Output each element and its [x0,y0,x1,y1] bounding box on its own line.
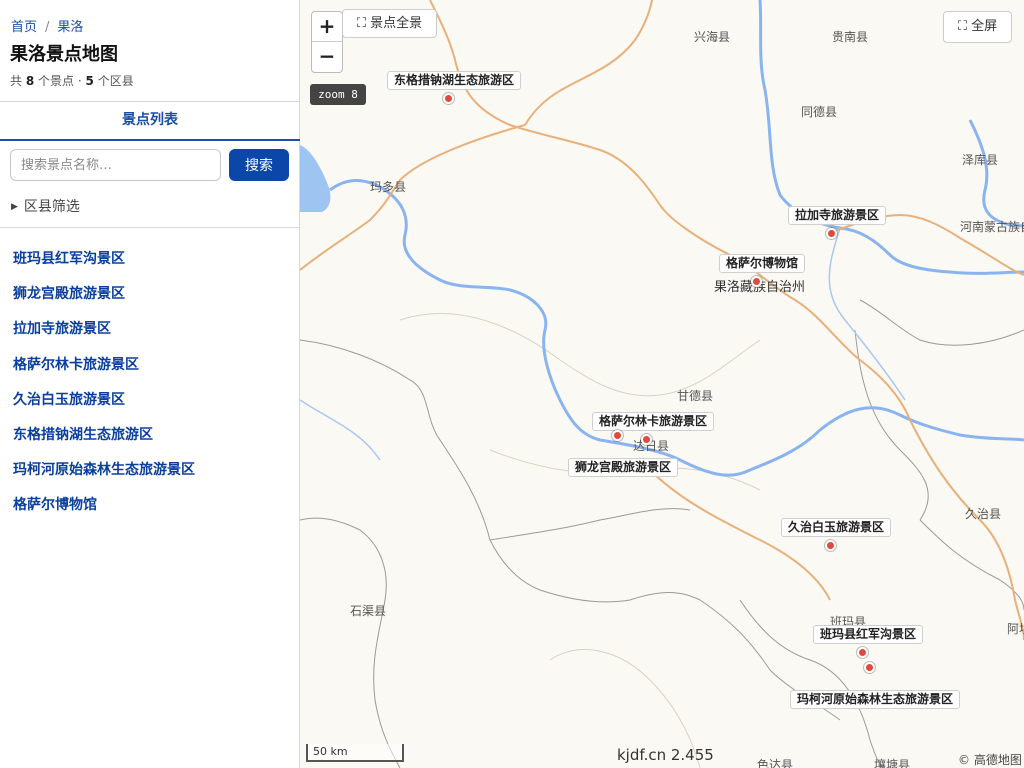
sidebar: 首页 / 果洛 果洛景点地图 共 8 个景点 · 5 个区县 景点列表 搜索 ▶ 区县… [0,0,300,768]
triangle-right-icon: ▶ [11,202,18,212]
map-base-layer [300,0,1024,768]
search-button[interactable]: 搜索 [229,149,289,181]
zoom-level-badge: zoom 8 [310,84,366,105]
place-label: 甘德县 [677,389,714,403]
spot-unit: 个景点 · [38,74,82,88]
place-label: 石渠县 [350,604,387,618]
county-filter-toggle[interactable]: ▶ 区县筛选 [11,196,80,216]
poi-label-gesaer-linka[interactable]: 格萨尔林卡旅游景区 [592,412,715,431]
place-label: 玛多县 [370,180,407,194]
search-input[interactable] [10,149,221,181]
tab-spot-list[interactable]: 景点列表 [0,102,300,141]
county-filter-label: 区县筛选 [23,199,80,215]
page-title: 果洛景点地图 [10,44,118,65]
place-label: 壤塘县 [874,758,911,768]
spot-list-item[interactable]: 玛柯河原始森林生态旅游景区 [13,459,195,494]
place-label: 贵南县 [832,30,869,44]
overview-button[interactable]: ⛶ 景点全景 [342,9,437,38]
lake-shape [300,145,331,212]
map-marker-icon[interactable] [443,93,454,104]
county-count: 5 [85,74,94,88]
zoom-control: + − [311,11,343,73]
county-unit: 个区县 [97,74,134,88]
spot-list-item[interactable]: 格萨尔博物馆 [13,494,195,529]
spot-list-item[interactable]: 久治白玉旅游景区 [13,389,195,424]
place-label: 色达县 [757,758,794,768]
poi-label-donggecuona[interactable]: 东格措钠湖生态旅游区 [387,71,522,90]
breadcrumb-current-link[interactable]: 果洛 [57,20,83,35]
poi-label-shilong-palace[interactable]: 狮龙宫殿旅游景区 [568,458,679,477]
spot-list-item[interactable]: 拉加寺旅游景区 [13,318,195,353]
spot-list-item[interactable]: 东格措钠湖生态旅游区 [13,424,195,459]
fullscreen-button[interactable]: ⛶ 全屏 [943,11,1012,43]
divider [0,227,300,228]
map-marker-icon[interactable] [612,430,623,441]
poi-label-lajiasi[interactable]: 拉加寺旅游景区 [788,206,887,225]
map-marker-icon[interactable] [825,540,836,551]
zoom-out-button[interactable]: − [312,42,342,72]
breadcrumb-separator: / [45,20,50,35]
map-marker-icon[interactable] [826,228,837,239]
watermark: kjdf.cn 2.455 [617,746,714,764]
stats-prefix: 共 [10,74,23,88]
poi-label-makehe-forest[interactable]: 玛柯河原始森林生态旅游景区 [790,690,961,709]
map-marker-icon[interactable] [864,662,875,673]
map-attribution: © 高德地图 [958,753,1022,767]
spot-list-item[interactable]: 狮龙宫殿旅游景区 [13,283,195,318]
map-canvas[interactable]: 兴海县 贵南县 同德县 泽库县 河南蒙古族自 玛多县 果洛藏族自治州 甘德县 达… [300,0,1024,768]
place-label: 泽库县 [962,153,999,167]
poi-label-gesaer-museum[interactable]: 格萨尔博物馆 [719,254,806,273]
roads [300,0,1024,641]
map-marker-icon[interactable] [857,647,868,658]
poi-label-banma-hongjungou[interactable]: 班玛县红军沟景区 [813,625,924,644]
poi-label-jiuzhi-baiyu[interactable]: 久治白玉旅游景区 [781,518,892,537]
stats-summary: 共 8 个景点 · 5 个区县 [10,72,134,89]
spot-count: 8 [25,74,35,88]
map-marker-icon[interactable] [641,434,652,445]
spot-list: 班玛县红军沟景区 狮龙宫殿旅游景区 拉加寺旅游景区 格萨尔林卡旅游景区 久治白玉… [13,248,195,530]
scale-bar: 50 km [306,744,404,762]
place-label: 阿坝 [1007,622,1024,636]
breadcrumb: 首页 / 果洛 [11,16,83,35]
zoom-in-button[interactable]: + [312,12,342,42]
map-marker-icon[interactable] [751,276,762,287]
place-label: 河南蒙古族自 [960,220,1024,234]
breadcrumb-home-link[interactable]: 首页 [11,20,37,35]
spot-list-item[interactable]: 班玛县红军沟景区 [13,248,195,283]
place-label: 同德县 [801,105,838,119]
place-label: 兴海县 [694,30,731,44]
place-label: 久治县 [965,507,1002,521]
spot-list-item[interactable]: 格萨尔林卡旅游景区 [13,354,195,389]
township-boundaries [399,313,761,768]
